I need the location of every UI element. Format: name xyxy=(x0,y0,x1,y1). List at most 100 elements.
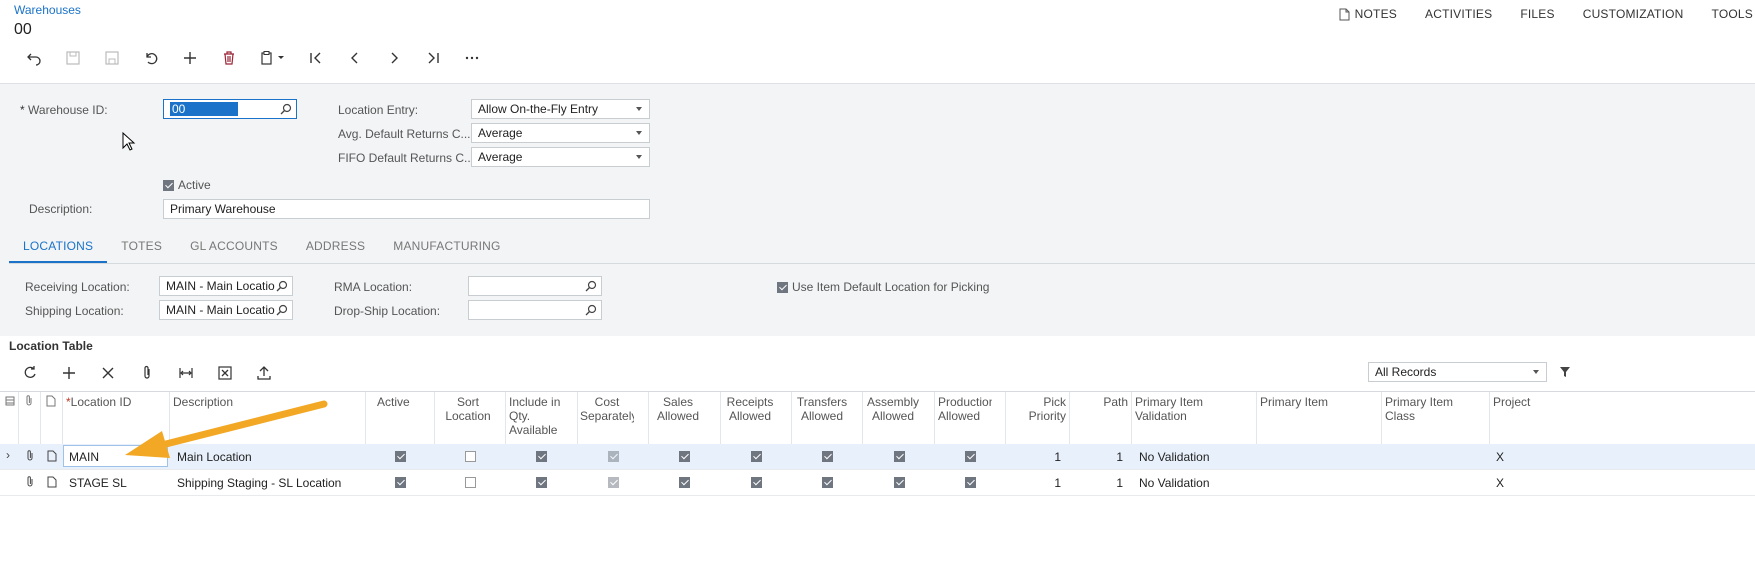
back-button[interactable] xyxy=(14,48,53,68)
note-icon[interactable] xyxy=(47,450,57,462)
avg-returns-select[interactable]: Average xyxy=(471,123,650,143)
cell-primary-item-validation[interactable]: No Validation xyxy=(1139,476,1210,490)
search-icon[interactable] xyxy=(584,279,598,293)
cell-include-qty-checkbox[interactable] xyxy=(536,477,547,488)
grid-settings-icon[interactable] xyxy=(5,396,15,406)
active-checkbox-group[interactable]: Active xyxy=(163,178,211,192)
files-link[interactable]: FILES xyxy=(1506,7,1568,21)
location-entry-select[interactable]: Allow On-the-Fly Entry xyxy=(471,99,650,119)
prev-record-button[interactable] xyxy=(335,48,374,68)
tools-link[interactable]: TOOLS xyxy=(1698,7,1755,21)
use-item-default-checkbox[interactable] xyxy=(777,281,788,293)
first-record-button[interactable] xyxy=(296,48,335,68)
cell-path[interactable]: 1 xyxy=(1090,476,1123,490)
tab-totes[interactable]: TOTES xyxy=(107,236,176,263)
dropship-location-field[interactable] xyxy=(468,300,602,320)
grid-delete-row-button[interactable] xyxy=(88,363,127,383)
cell-cost-separately-checkbox[interactable] xyxy=(608,451,619,462)
customization-link[interactable]: CUSTOMIZATION xyxy=(1569,7,1698,21)
cell-description[interactable]: Main Location xyxy=(177,450,252,464)
cell-assembly-allowed-checkbox[interactable] xyxy=(894,477,905,488)
note-icon[interactable] xyxy=(47,476,57,488)
grid-fit-columns-button[interactable] xyxy=(166,363,205,383)
col-location-id[interactable]: *Location ID xyxy=(66,395,131,409)
col-primary-item-validation[interactable]: Primary Item Validation xyxy=(1135,395,1235,423)
delete-button[interactable] xyxy=(209,48,248,68)
cell-location-id[interactable]: STAGE SL xyxy=(69,476,127,490)
cell-active-checkbox[interactable] xyxy=(395,451,406,462)
save-close-button[interactable] xyxy=(53,48,92,68)
cell-location-id[interactable]: MAIN xyxy=(69,450,99,464)
tab-gl-accounts[interactable]: GL ACCOUNTS xyxy=(176,236,292,263)
cell-sales-allowed-checkbox[interactable] xyxy=(679,477,690,488)
table-row[interactable]: STAGE SL Shipping Staging - SL Location … xyxy=(0,470,1755,496)
cancel-button[interactable] xyxy=(131,48,170,68)
cell-production-allowed-checkbox[interactable] xyxy=(965,477,976,488)
search-icon[interactable] xyxy=(279,102,293,116)
grid-upload-button[interactable] xyxy=(244,363,283,383)
cell-active-checkbox[interactable] xyxy=(395,477,406,488)
col-sort-location[interactable]: Sort Location xyxy=(440,395,496,423)
add-button[interactable] xyxy=(170,48,209,68)
description-field[interactable]: Primary Warehouse xyxy=(163,199,650,219)
cell-sales-allowed-checkbox[interactable] xyxy=(679,451,690,462)
save-button[interactable] xyxy=(92,48,131,68)
table-row[interactable]: › MAIN Main Location 1 1 No Validation X xyxy=(0,444,1755,470)
col-pick-priority[interactable]: Pick Priority xyxy=(1020,395,1066,423)
cell-sort-location-checkbox[interactable] xyxy=(465,477,476,488)
activities-link[interactable]: ACTIVITIES xyxy=(1411,7,1506,21)
col-description[interactable]: Description xyxy=(173,395,233,409)
notes-link[interactable]: NOTES xyxy=(1325,7,1411,21)
search-icon[interactable] xyxy=(275,279,289,293)
grid-add-row-button[interactable] xyxy=(49,363,88,383)
records-filter-select[interactable]: All Records xyxy=(1368,362,1547,382)
col-receipts-allowed[interactable]: Receipts Allowed xyxy=(725,395,775,423)
col-include-qty[interactable]: Include in Qty. Available xyxy=(509,395,567,437)
more-button[interactable] xyxy=(452,48,491,68)
cell-production-allowed-checkbox[interactable] xyxy=(965,451,976,462)
copy-paste-button[interactable] xyxy=(248,48,296,68)
col-primary-item[interactable]: Primary Item xyxy=(1260,395,1328,409)
active-checkbox[interactable] xyxy=(163,179,174,191)
search-icon[interactable] xyxy=(275,303,289,317)
cell-transfers-allowed-checkbox[interactable] xyxy=(822,451,833,462)
row-expand-icon[interactable]: › xyxy=(6,448,10,462)
cell-transfers-allowed-checkbox[interactable] xyxy=(822,477,833,488)
fifo-returns-select[interactable]: Average xyxy=(471,147,650,167)
cell-path[interactable]: 1 xyxy=(1090,450,1123,464)
paperclip-icon[interactable] xyxy=(25,476,35,488)
next-record-button[interactable] xyxy=(374,48,413,68)
breadcrumb-warehouses[interactable]: Warehouses xyxy=(14,3,81,17)
cell-primary-item-validation[interactable]: No Validation xyxy=(1139,450,1210,464)
cell-project[interactable]: X xyxy=(1496,450,1504,464)
col-assembly-allowed[interactable]: Assembly Allowed xyxy=(866,395,920,423)
cell-receipts-allowed-checkbox[interactable] xyxy=(751,451,762,462)
cell-receipts-allowed-checkbox[interactable] xyxy=(751,477,762,488)
col-transfers-allowed[interactable]: Transfers Allowed xyxy=(796,395,848,423)
grid-attach-button[interactable] xyxy=(127,363,166,383)
tab-address[interactable]: ADDRESS xyxy=(292,236,379,263)
warehouse-id-field[interactable]: 00 xyxy=(163,99,297,119)
col-active[interactable]: Active xyxy=(377,395,410,409)
col-path[interactable]: Path xyxy=(1090,395,1128,409)
use-item-default-group[interactable]: Use Item Default Location for Picking xyxy=(777,280,989,294)
col-primary-item-class[interactable]: Primary Item Class xyxy=(1385,395,1465,423)
search-icon[interactable] xyxy=(584,303,598,317)
rma-location-field[interactable] xyxy=(468,276,602,296)
paperclip-icon[interactable] xyxy=(25,450,35,462)
cell-project[interactable]: X xyxy=(1496,476,1504,490)
shipping-location-field[interactable]: MAIN - Main Location xyxy=(159,300,293,320)
tab-locations[interactable]: LOCATIONS xyxy=(9,236,108,263)
cell-sort-location-checkbox[interactable] xyxy=(465,451,476,462)
cell-pick-priority[interactable]: 1 xyxy=(1020,476,1061,490)
grid-refresh-button[interactable] xyxy=(10,363,49,383)
receiving-location-field[interactable]: MAIN - Main Location xyxy=(159,276,293,296)
cell-pick-priority[interactable]: 1 xyxy=(1020,450,1061,464)
cell-include-qty-checkbox[interactable] xyxy=(536,451,547,462)
col-production-allowed[interactable]: Production Allowed xyxy=(938,395,992,423)
tab-manufacturing[interactable]: MANUFACTURING xyxy=(379,236,514,263)
grid-export-excel-button[interactable] xyxy=(205,363,244,383)
col-sales-allowed[interactable]: Sales Allowed xyxy=(656,395,700,423)
cell-description[interactable]: Shipping Staging - SL Location xyxy=(177,476,341,490)
col-cost-separately[interactable]: Cost Separately xyxy=(580,395,634,423)
